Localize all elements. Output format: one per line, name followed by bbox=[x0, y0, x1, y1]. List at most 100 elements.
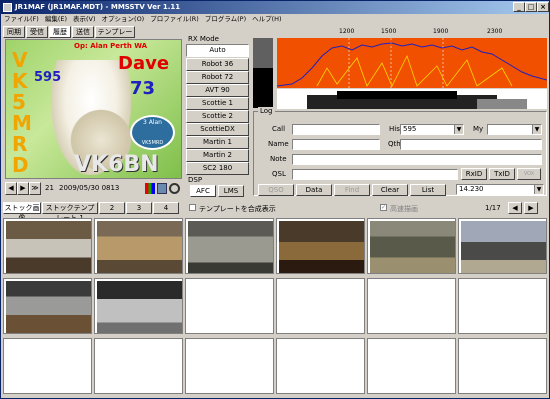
stock-cell[interactable] bbox=[94, 218, 183, 274]
spectrum-display[interactable] bbox=[277, 38, 547, 88]
stock-photo bbox=[370, 221, 455, 273]
waterfall-display[interactable] bbox=[277, 89, 547, 109]
name-input[interactable] bbox=[292, 139, 380, 150]
his-label: His bbox=[389, 125, 400, 133]
rx-mode-scottie1[interactable]: Scottie 1 bbox=[186, 97, 249, 110]
fast-draw-checkbox[interactable]: ✓ bbox=[380, 204, 387, 211]
call-input[interactable] bbox=[292, 124, 380, 135]
callsign-letter: D bbox=[12, 153, 29, 177]
badge-sub: VK5MRD bbox=[141, 140, 164, 146]
stock-cell[interactable] bbox=[367, 218, 456, 274]
rx-mode-auto[interactable]: Auto bbox=[186, 44, 249, 57]
palette-icon[interactable] bbox=[145, 183, 155, 194]
my-select[interactable]: ▼ bbox=[487, 124, 542, 135]
his-value: 595 bbox=[403, 125, 417, 133]
stock-cell-empty[interactable] bbox=[3, 338, 92, 394]
page-indicator: 1/17 bbox=[485, 204, 501, 212]
tab-template[interactable]: テンプレート bbox=[95, 26, 135, 46]
tab-stock-template-2[interactable]: 2 bbox=[99, 202, 125, 214]
badge-text: 3 Alan bbox=[143, 119, 162, 126]
stock-photo bbox=[188, 221, 273, 273]
tab-history[interactable]: 履歴 bbox=[49, 26, 71, 38]
rx-mode-sc2-180[interactable]: SC2 180 bbox=[186, 162, 249, 175]
copy-icon[interactable] bbox=[157, 183, 167, 194]
menu-profile[interactable]: プロファイル(R) bbox=[147, 14, 202, 25]
tab-stock-images[interactable]: ストック画像 bbox=[3, 202, 41, 222]
qsl-label: QSL bbox=[272, 170, 286, 178]
stock-cell-empty[interactable] bbox=[458, 278, 547, 334]
stock-cell-empty[interactable] bbox=[276, 278, 365, 334]
page-prev-button[interactable]: ◀ bbox=[508, 202, 522, 214]
vox-button[interactable]: VOX bbox=[517, 168, 541, 180]
menu-option[interactable]: オプション(O) bbox=[99, 14, 148, 25]
tab-receive[interactable]: 受信 bbox=[26, 26, 48, 38]
app-window: JR1MAF (JR1MAF.MDT) - MMSSTV Ver 1.11 _ … bbox=[0, 0, 550, 399]
rxid-button[interactable]: RxID bbox=[461, 168, 487, 180]
note-input[interactable] bbox=[292, 154, 542, 165]
page-next-button[interactable]: ▶ bbox=[524, 202, 538, 214]
stock-cell[interactable] bbox=[3, 278, 92, 334]
lms-button[interactable]: LMS bbox=[218, 185, 244, 197]
txid-button[interactable]: TxID bbox=[489, 168, 515, 180]
note-label: Note bbox=[270, 155, 287, 163]
rx-mode-martin1[interactable]: Martin 1 bbox=[186, 136, 249, 149]
clear-button[interactable]: Clear bbox=[372, 184, 408, 196]
stock-cell[interactable] bbox=[3, 218, 92, 274]
stock-cell[interactable] bbox=[94, 278, 183, 334]
rx-mode-robot36[interactable]: Robot 36 bbox=[186, 58, 249, 71]
received-image: V K 5 M R D 595 Op: Alan Perth WA Dave 7… bbox=[5, 39, 182, 179]
minimize-button[interactable]: _ bbox=[513, 2, 525, 12]
close-button[interactable]: × bbox=[537, 2, 549, 12]
menu-program[interactable]: プログラム(P) bbox=[202, 14, 249, 25]
rx-mode-panel: RX Mode Auto Robot 36 Robot 72 AVT 90 Sc… bbox=[186, 35, 249, 176]
maximize-button[interactable]: □ bbox=[525, 2, 537, 12]
frequency-select[interactable]: 14.230 ▼ bbox=[456, 184, 544, 195]
stock-cell[interactable] bbox=[458, 218, 547, 274]
stock-cell-empty[interactable] bbox=[276, 338, 365, 394]
menu-view[interactable]: 表示(V) bbox=[70, 14, 99, 25]
tick-1500: 1500 bbox=[381, 28, 397, 35]
composite-checkbox[interactable] bbox=[189, 204, 196, 211]
stock-cell-empty[interactable] bbox=[458, 338, 547, 394]
stock-cell-empty[interactable] bbox=[185, 338, 274, 394]
qsl-input[interactable] bbox=[292, 169, 458, 180]
stock-cell[interactable] bbox=[185, 218, 274, 274]
menu-file[interactable]: ファイル(F) bbox=[1, 14, 42, 25]
search-icon[interactable] bbox=[169, 183, 180, 194]
rx-mode-scottiedx[interactable]: ScottieDX bbox=[186, 123, 249, 136]
fast-draw-label: 高速描画 bbox=[390, 205, 418, 213]
tick-1900: 1900 bbox=[433, 28, 449, 35]
spectrum-graph bbox=[277, 38, 547, 88]
tab-stock-template-4[interactable]: 4 bbox=[153, 202, 179, 214]
rx-mode-scottie2[interactable]: Scottie 2 bbox=[186, 110, 249, 123]
stock-cell-empty[interactable] bbox=[185, 278, 274, 334]
op-line: Op: Alan Perth WA bbox=[74, 42, 148, 50]
menu-help[interactable]: ヘルプ(H) bbox=[249, 14, 284, 25]
stock-cell[interactable] bbox=[276, 218, 365, 274]
next-button[interactable]: ▶ bbox=[17, 182, 29, 195]
rx-mode-robot72[interactable]: Robot 72 bbox=[186, 71, 249, 84]
last-button[interactable]: ≫ bbox=[29, 182, 41, 195]
tab-send[interactable]: 送信 bbox=[72, 26, 94, 38]
his-select[interactable]: 595 ▼ bbox=[400, 124, 464, 135]
stock-photo bbox=[279, 221, 364, 273]
data-button[interactable]: Data bbox=[296, 184, 332, 196]
menu-edit[interactable]: 編集(E) bbox=[42, 14, 70, 25]
tab-stock-template-3[interactable]: 3 bbox=[126, 202, 152, 214]
stock-cell-empty[interactable] bbox=[94, 338, 183, 394]
prev-button[interactable]: ◀ bbox=[5, 182, 17, 195]
rx-mode-martin2[interactable]: Martin 2 bbox=[186, 149, 249, 162]
tick-2300: 2300 bbox=[487, 28, 503, 35]
list-button[interactable]: List bbox=[410, 184, 446, 196]
qth-input[interactable] bbox=[400, 139, 542, 150]
find-button[interactable]: Find bbox=[334, 184, 370, 196]
tab-sync[interactable]: 同期 bbox=[3, 26, 25, 38]
stock-cell-empty[interactable] bbox=[367, 278, 456, 334]
rx-mode-avt90[interactable]: AVT 90 bbox=[186, 84, 249, 97]
qso-button[interactable]: QSO bbox=[258, 184, 294, 196]
chevron-down-icon: ▼ bbox=[532, 125, 541, 134]
afc-button[interactable]: AFC bbox=[190, 185, 216, 197]
stock-cell-empty[interactable] bbox=[367, 338, 456, 394]
tab-stock-template-1[interactable]: ストックテンプレート 1 bbox=[42, 202, 98, 222]
name-text: Dave bbox=[118, 53, 170, 74]
